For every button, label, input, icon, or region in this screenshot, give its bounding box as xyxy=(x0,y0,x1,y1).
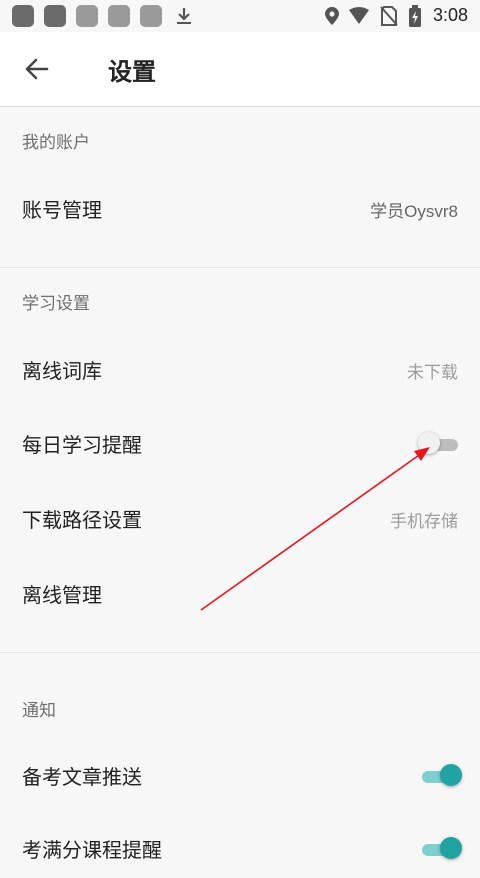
row-value: 学员Oysvr8 xyxy=(370,202,458,221)
section-header-account: 我的账户 xyxy=(22,133,90,153)
settings-row-account-management[interactable]: 账号管理 学员Oysvr8 xyxy=(0,178,480,238)
battery-charging-icon xyxy=(409,5,421,27)
row-label: 离线词库 xyxy=(22,359,102,383)
section-header-study: 学习设置 xyxy=(22,294,90,314)
settings-row-offline-dictionary[interactable]: 离线词库 未下载 xyxy=(0,339,480,399)
app-notification-icon xyxy=(108,5,130,27)
toggle-thumb xyxy=(418,432,440,454)
row-label: 账号管理 xyxy=(22,198,102,222)
app-bar: 设置 xyxy=(0,32,480,107)
wifi-icon xyxy=(349,7,369,24)
app-notification-icon xyxy=(140,5,162,27)
app-notification-icon xyxy=(12,5,34,27)
row-value: 未下载 xyxy=(407,363,458,382)
toggle-thumb xyxy=(440,837,462,859)
app-notification-icon xyxy=(76,5,98,27)
course-reminder-toggle[interactable] xyxy=(422,837,462,861)
section-divider xyxy=(0,267,480,268)
clock: 3:08 xyxy=(432,5,468,25)
status-bar: 3:08 xyxy=(0,0,480,32)
download-icon xyxy=(177,8,191,24)
settings-row-article-push[interactable]: 备考文章推送 xyxy=(0,745,480,805)
row-value: 手机存储 xyxy=(390,512,458,531)
daily-reminder-toggle[interactable] xyxy=(418,432,458,456)
no-sim-icon xyxy=(380,6,398,26)
section-header-notifications: 通知 xyxy=(22,701,56,721)
settings-row-course-reminder[interactable]: 考满分课程提醒 xyxy=(0,818,480,878)
row-label: 离线管理 xyxy=(22,583,102,607)
row-label: 备考文章推送 xyxy=(22,765,142,789)
row-label: 考满分课程提醒 xyxy=(22,838,162,862)
back-button[interactable] xyxy=(20,52,54,86)
location-icon xyxy=(325,7,339,25)
page-title: 设置 xyxy=(108,58,156,86)
row-label: 每日学习提醒 xyxy=(22,433,142,457)
article-push-toggle[interactable] xyxy=(422,764,462,788)
settings-row-daily-reminder[interactable]: 每日学习提醒 xyxy=(0,413,480,473)
app-notification-icon xyxy=(44,5,66,27)
section-divider xyxy=(0,652,480,653)
settings-row-offline-management[interactable]: 离线管理 xyxy=(0,563,480,623)
row-label: 下载路径设置 xyxy=(22,508,142,532)
arrow-left-icon xyxy=(25,58,49,80)
settings-row-download-path[interactable]: 下载路径设置 手机存储 xyxy=(0,488,480,548)
toggle-thumb xyxy=(440,764,462,786)
